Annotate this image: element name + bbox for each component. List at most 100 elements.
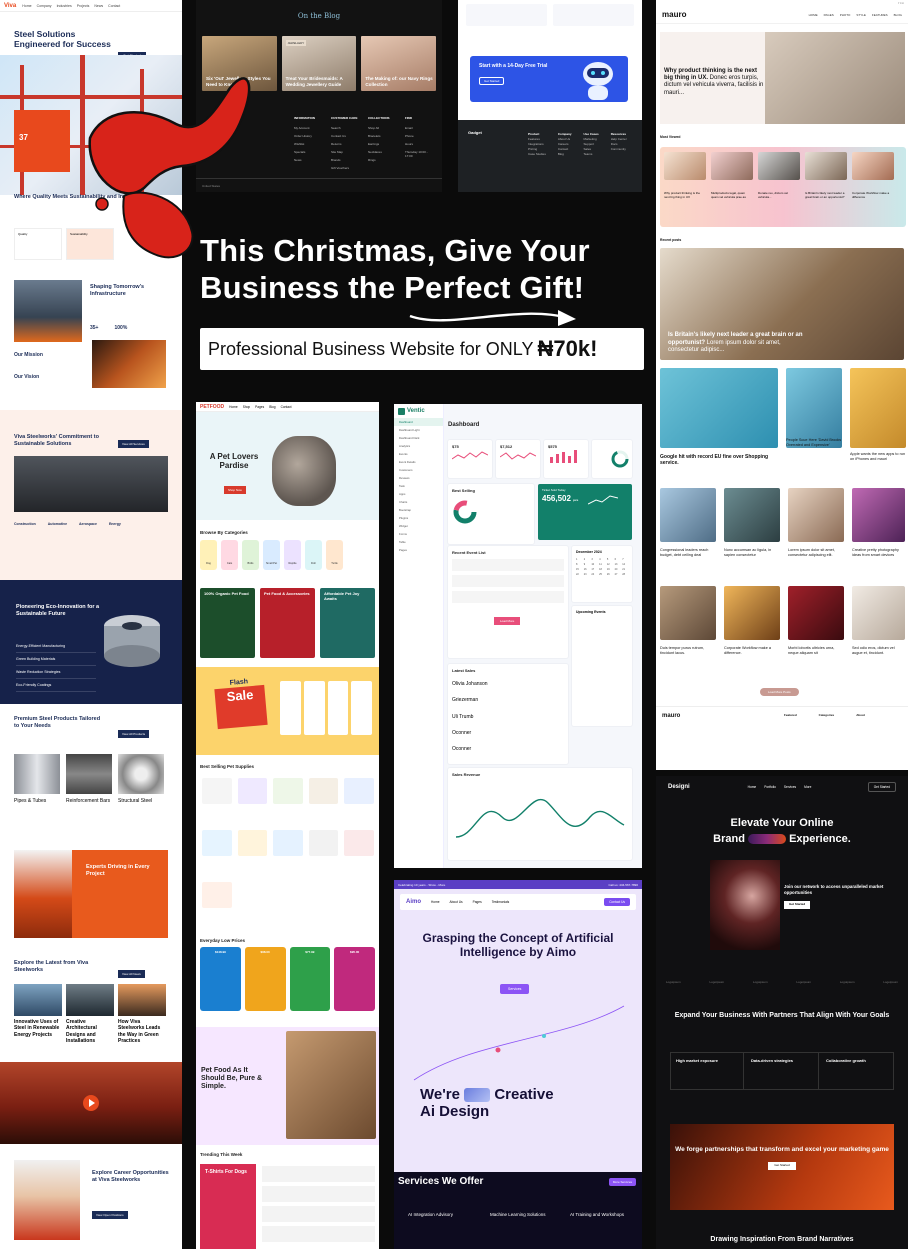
aimo-service-3[interactable]: AI Training and Workshops — [570, 1212, 630, 1217]
aimo-service-2[interactable]: Machine Learning Solutions — [490, 1212, 550, 1217]
mauro-mv-item-4[interactable]: Is Britain's likely next leader a great … — [805, 152, 847, 200]
viva-news-1[interactable]: Innovative Uses of Steel in Renewable En… — [14, 984, 62, 1044]
viva-nav-contact[interactable]: Contact — [108, 4, 120, 8]
ventic-menu-11[interactable]: Bootstrap — [394, 506, 443, 514]
pet-promo-accessories[interactable]: Pet Food & Accessories — [260, 588, 315, 658]
ventic-menu-7[interactable]: Reviews — [394, 474, 443, 482]
aimo-nav-about[interactable]: About Us — [450, 900, 463, 904]
blog-card-2[interactable]: JEWELLERY Treat Your Bridesmaids: A Wedd… — [281, 36, 357, 91]
mauro-load-more-button[interactable]: Load More Posts — [760, 688, 799, 696]
pet-flash-sale-banner[interactable]: Flash Sale — [196, 667, 379, 755]
aimo-services-button[interactable]: Services — [500, 984, 530, 994]
pet-nav-blog[interactable]: Blog — [269, 405, 275, 409]
designi-nav-more[interactable]: More — [804, 785, 811, 789]
pet-product[interactable] — [202, 882, 232, 928]
aimo-nav-home[interactable]: Home — [431, 900, 440, 904]
viva-latest-button[interactable]: View All News — [118, 970, 145, 978]
pet-everyday-1[interactable]: $148.99 — [200, 947, 241, 1011]
pet-cat-cats[interactable]: Cats — [221, 540, 238, 570]
pet-cat-fish[interactable]: Fish — [305, 540, 322, 570]
pet-product[interactable] — [202, 830, 232, 876]
pet-product[interactable] — [308, 778, 339, 824]
mauro-post-lights[interactable] — [852, 488, 905, 542]
viva-product-rebar[interactable]: Reinforcement Bars — [66, 754, 112, 804]
mauro-mv-item-3[interactable]: Donate reo, dictum vel vehicula... — [758, 152, 800, 200]
play-icon[interactable] — [83, 1095, 99, 1111]
viva-commit-button[interactable]: View All Services — [118, 440, 149, 448]
pet-logo[interactable]: PETFOOD — [200, 404, 224, 410]
ventic-menu-6[interactable]: Customers — [394, 466, 443, 474]
mauro-nav-photo[interactable]: PHOTO — [840, 13, 851, 17]
designi-nav-portfolio[interactable]: Portfolio — [764, 785, 776, 789]
designi-nav-button[interactable]: Get Started — [867, 782, 896, 792]
pet-nav-pages[interactable]: Pages — [255, 405, 264, 409]
aimo-logo[interactable]: Aimo — [406, 899, 421, 905]
ventic-menu-dashboard[interactable]: Dashboard — [394, 418, 443, 426]
viva-pioneer-item-2[interactable]: Green Building Materials — [16, 653, 96, 666]
aimo-nav-pages[interactable]: Pages — [473, 900, 482, 904]
aimo-nav-testimonials[interactable]: Testimonials — [492, 900, 510, 904]
pet-product[interactable] — [344, 830, 374, 876]
pet-cat-turtle[interactable]: Turtle — [326, 540, 343, 570]
viva-nav-industries[interactable]: Industries — [57, 4, 72, 8]
mauro-post-dog[interactable] — [660, 368, 778, 448]
mauro-post-lamp[interactable] — [724, 586, 780, 640]
pet-cat-birds[interactable]: Birds — [242, 540, 259, 570]
designi-join-button[interactable]: Get Started — [784, 901, 811, 910]
mauro-mv-item-2[interactable]: Multiproducts legal, quam quam vel vehic… — [711, 152, 753, 200]
ventic-menu-3[interactable]: Analytics — [394, 442, 443, 450]
mauro-featured-post[interactable]: Why product thinking is the next big thi… — [660, 32, 905, 124]
pet-cat-reptile[interactable]: Reptile — [284, 540, 301, 570]
mauro-post-room[interactable] — [788, 488, 844, 542]
ventic-menu-14[interactable]: Forms — [394, 530, 443, 538]
mauro-mv-item-5[interactable]: Corporate Workflow make a difference — [852, 152, 894, 200]
pet-promo-affordable[interactable]: Affordable Pet Joy Awaits — [320, 588, 375, 658]
mauro-logo[interactable]: mauro — [662, 10, 686, 19]
pet-product[interactable] — [344, 778, 374, 824]
designi-forge-button[interactable]: Get Started — [768, 1162, 796, 1171]
mauro-mv-item-1[interactable]: Why product thinking is the next big thi… — [664, 152, 706, 200]
designi-logo[interactable]: Designi — [668, 784, 690, 790]
ventic-menu-12[interactable]: Plugins — [394, 514, 443, 522]
ventic-menu-15[interactable]: Table — [394, 538, 443, 546]
blog-card-3[interactable]: The Making of: our Navy Rings Collection — [361, 36, 437, 91]
mauro-post-yellow-dog[interactable] — [850, 368, 906, 448]
viva-pioneer-item-1[interactable]: Energy-Efficient Manufacturing — [16, 640, 96, 653]
pet-cat-small[interactable]: Small Pet — [263, 540, 280, 570]
pet-nav-shop[interactable]: Shop — [243, 405, 250, 409]
pet-everyday-4[interactable]: $95.00 — [334, 947, 375, 1011]
pet-product[interactable] — [273, 830, 303, 876]
pet-product[interactable] — [202, 778, 232, 824]
pet-product[interactable] — [308, 830, 339, 876]
ventic-brand[interactable]: Ventic — [407, 408, 425, 414]
mauro-nav-features[interactable]: FEATURES — [872, 13, 888, 17]
mauro-nav-blog[interactable]: BLOG — [894, 13, 902, 17]
mauro-post-puppy[interactable] — [786, 368, 842, 448]
mauro-nav-style[interactable]: STYLE — [856, 13, 866, 17]
blog-card-1[interactable]: Six 'Out' Jewellery Styles You Need to K… — [202, 36, 277, 91]
viva-news-3[interactable]: How Viva Steelworks Leads the Way in Gre… — [118, 984, 166, 1044]
aimo-service-1[interactable]: AI Integration Advisory — [408, 1212, 468, 1217]
pet-product[interactable] — [273, 778, 303, 824]
country-selector[interactable]: United States — [202, 184, 220, 188]
ventic-menu-10[interactable]: Charts — [394, 498, 443, 506]
mauro-post-fruit[interactable] — [788, 586, 844, 640]
ventic-menu-13[interactable]: Widget — [394, 522, 443, 530]
mauro-nav-home[interactable]: HOME — [809, 13, 818, 17]
mauro-post-desk[interactable] — [852, 586, 905, 640]
mauro-footer-logo[interactable]: mauro — [662, 713, 902, 719]
aimo-top-right[interactable]: Call us: 434-567-7890 — [608, 883, 638, 887]
viva-nav-projects[interactable]: Projects — [77, 4, 90, 8]
aimo-more-services-button[interactable]: More Services — [608, 1178, 636, 1186]
viva-nav-home[interactable]: Home — [22, 4, 31, 8]
designi-nav-home[interactable]: Home — [748, 785, 757, 789]
ventic-menu-2[interactable]: Dashboard Dark — [394, 434, 443, 442]
mauro-post-cafe[interactable] — [660, 586, 716, 640]
mauro-big-post[interactable]: Is Britain's likely next leader a great … — [660, 248, 904, 360]
viva-logo[interactable]: Viva — [4, 3, 16, 9]
viva-nav-news[interactable]: News — [94, 4, 103, 8]
pet-product[interactable] — [237, 830, 268, 876]
pet-nav-contact[interactable]: Contact — [281, 405, 292, 409]
mauro-post-car[interactable] — [724, 488, 780, 542]
ventic-load-more[interactable]: Load More — [494, 617, 521, 625]
